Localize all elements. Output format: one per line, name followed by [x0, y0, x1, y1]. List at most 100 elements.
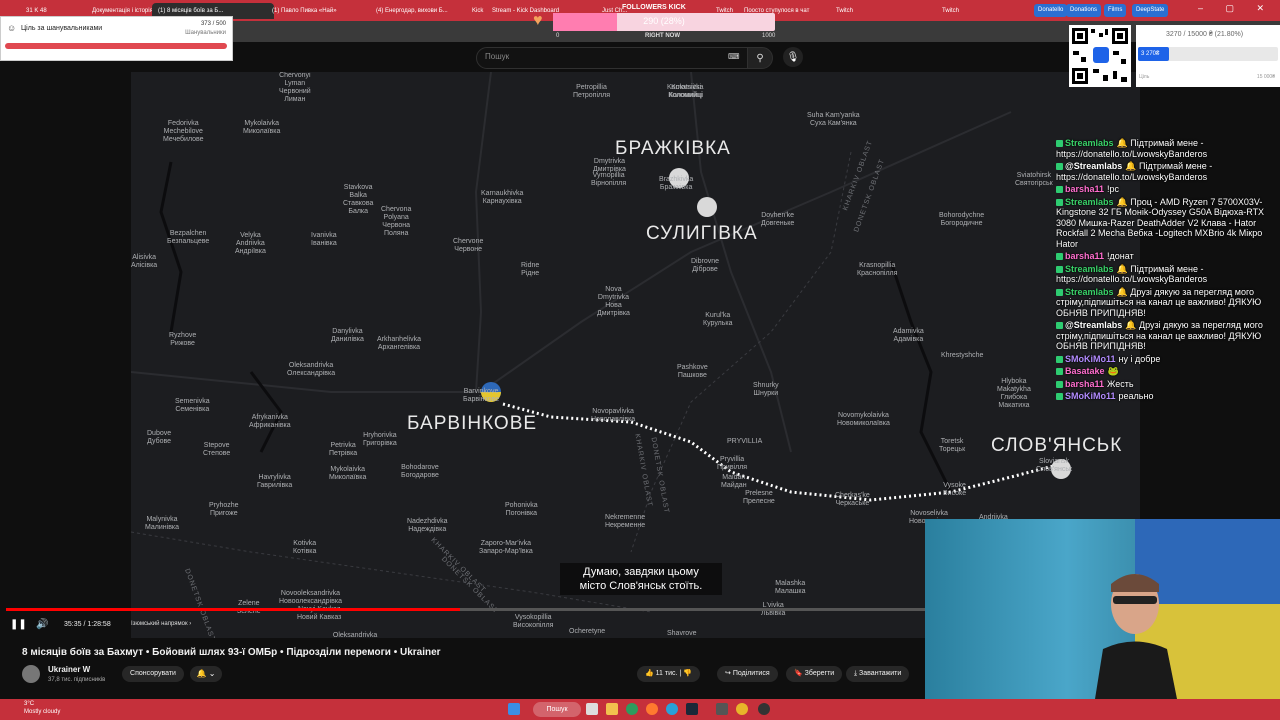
town-label: Danylivka Данилівка: [331, 328, 364, 344]
chat-message: barsha11 !донат: [1056, 251, 1280, 262]
weather-description[interactable]: Mostly cloudy: [24, 709, 60, 715]
chapter-title[interactable]: Ізюмський напрямок ›: [131, 621, 191, 627]
town-name-line: Havrylivka: [258, 474, 291, 481]
chat-message: Streamlabs 🔔 Підтримай мене - https://don…: [1056, 138, 1280, 159]
town-name-line: Глибока: [1000, 394, 1028, 401]
channel-name[interactable]: Ukrainer W: [48, 665, 90, 674]
town-name-line: Toretsk: [940, 438, 964, 445]
voice-search-button[interactable]: 🎙: [783, 47, 803, 67]
file-explorer-icon[interactable]: [606, 703, 618, 715]
river: [159, 161, 183, 333]
browser-tab[interactable]: Twitch: [830, 3, 942, 19]
town-name-line: Архангелівка: [377, 344, 421, 351]
map-road: [480, 111, 1012, 393]
app-icon[interactable]: [716, 703, 728, 715]
town-label: Ridne Рідне: [521, 262, 539, 278]
town-name-line: Макатиха: [998, 402, 1030, 409]
goal-count: 373 / 500: [200, 21, 226, 27]
town-name-line: Надеждівка: [408, 526, 447, 533]
task-view-icon[interactable]: [586, 703, 598, 715]
town-name-line: Petropillia: [576, 84, 607, 91]
like-button[interactable]: 👍 11 тис. | 👎: [637, 666, 700, 682]
chat-username: Streamlabs: [1065, 138, 1114, 148]
chat-message: barsha11 !pc: [1056, 184, 1280, 195]
town-label: Kurul'ka Курулька: [703, 312, 733, 328]
edge-icon[interactable]: [626, 703, 638, 715]
search-button[interactable]: ⚲: [747, 47, 773, 69]
donation-amount: 3270 / 15000 ₴ (21.80%): [1166, 31, 1244, 38]
firefox-icon[interactable]: [646, 703, 658, 715]
chrome-icon[interactable]: [736, 703, 748, 715]
town-name-line: Суха Кам'янка: [810, 120, 857, 127]
channel-avatar[interactable]: [22, 665, 40, 683]
town-name-line: Торецьк: [939, 446, 966, 453]
goal-subtitle: Шанувальники: [185, 30, 226, 36]
download-button[interactable]: ⤓ Завантажити: [846, 666, 910, 682]
town-name-line: Слов'янськ: [1036, 466, 1073, 473]
town-name-line: Богодарове: [401, 472, 439, 479]
browser-tab[interactable]: (4) Енергодар, вихови Б...: [370, 3, 474, 19]
town-name-line: Святогірськ: [1015, 180, 1053, 187]
save-button[interactable]: 🔖 Зберегти: [786, 666, 843, 682]
bookmark-item[interactable]: DeepState: [1132, 4, 1169, 17]
chat-username: barsha11: [1065, 251, 1105, 261]
steam-icon[interactable]: [686, 703, 698, 715]
subscriber-count: 37,8 тис. підписників: [48, 677, 106, 683]
town-name-line: Chervone: [453, 238, 484, 245]
chat-username: Streamlabs: [1065, 286, 1114, 297]
search-input[interactable]: Пошук: [476, 47, 748, 69]
obs-icon[interactable]: [758, 703, 770, 715]
start-icon[interactable]: [508, 703, 520, 715]
town-label: Toretsk Торецьк: [939, 438, 965, 454]
chat-text: 🐸: [1107, 366, 1119, 376]
weather-temperature[interactable]: 3°C: [24, 701, 34, 707]
town-label: Havrylivka Гаврилівка: [257, 474, 292, 490]
town-name-line: Новоолександрівка: [279, 598, 342, 605]
town-name-line: Рідне: [521, 270, 540, 277]
pause-icon[interactable]: ❚❚: [10, 619, 27, 630]
town-name-line: Рижове: [170, 340, 195, 347]
town-label: Stepove Степове: [203, 442, 230, 458]
town-name-line: Африканівка: [249, 422, 291, 429]
town-name-line: Прелесне: [743, 498, 775, 505]
town-name-line: Привілля: [717, 464, 748, 471]
town-name-line: Барвінкове: [463, 396, 500, 403]
bookmark-item[interactable]: Donations: [1066, 4, 1102, 17]
chat-text: !донат: [1107, 251, 1134, 261]
town-label: Cherkas'ke Черкаське: [835, 492, 870, 508]
browser-tab[interactable]: (1) Павло Пивка «Най»: [266, 3, 378, 19]
window-controls[interactable]: – ▢ ✕: [1198, 3, 1274, 14]
donation-goal-widget: 3270 / 15000 ₴ (21.80%) 3 270₴ Ціль 15 0…: [1136, 25, 1280, 87]
city-marker: [697, 197, 717, 217]
microphone-icon: 🎙: [786, 51, 800, 63]
telegram-icon[interactable]: [666, 703, 678, 715]
town-name-line: Дмитрівка: [597, 310, 630, 317]
chat-message: Streamlabs 🔔 Друзі дякую за перегляд мого…: [1056, 287, 1280, 319]
chat-username: SMoKiMo11: [1065, 391, 1116, 401]
bookmark-item[interactable]: Donatello: [1034, 4, 1068, 17]
town-label: Maidan Майдан: [721, 474, 747, 490]
chat-badge-icon: [1056, 163, 1063, 171]
bookmark-item[interactable]: Films: [1104, 4, 1127, 17]
sponsor-button[interactable]: Спонсорувати: [122, 666, 184, 682]
town-label: Zaporo-Mar'ivka Запаро-Мар'ївка: [479, 540, 533, 556]
volume-icon[interactable]: 🔊: [36, 619, 48, 630]
town-name-line: Balka: [349, 192, 367, 199]
goal-title: Ціль за шанувальниками: [21, 25, 103, 32]
followers-progress-bar: 290 (28%): [553, 13, 775, 31]
chat-badge-icon: [1056, 288, 1063, 296]
share-label: Поділитися: [732, 670, 770, 677]
keyboard-icon[interactable]: ⌨: [728, 52, 740, 61]
browser-tab[interactable]: Twitch: [936, 3, 1048, 19]
qr-pattern: [1072, 28, 1128, 84]
notification-bell-button[interactable]: 🔔 ⌄: [190, 666, 222, 682]
donation-max: 15 000₴: [1256, 74, 1275, 80]
town-label: Adamivka Адамівка: [893, 328, 924, 344]
town-name-line: Високопілля: [513, 622, 554, 629]
search-placeholder: Пошук: [485, 52, 510, 61]
town-name-line: Довгеньке: [761, 220, 795, 227]
town-label: Dubove Дубове: [147, 430, 171, 446]
taskbar-search[interactable]: Пошук: [533, 702, 581, 717]
share-button[interactable]: ↪ Поділитися: [717, 666, 778, 682]
followers-min: 0: [556, 33, 560, 39]
